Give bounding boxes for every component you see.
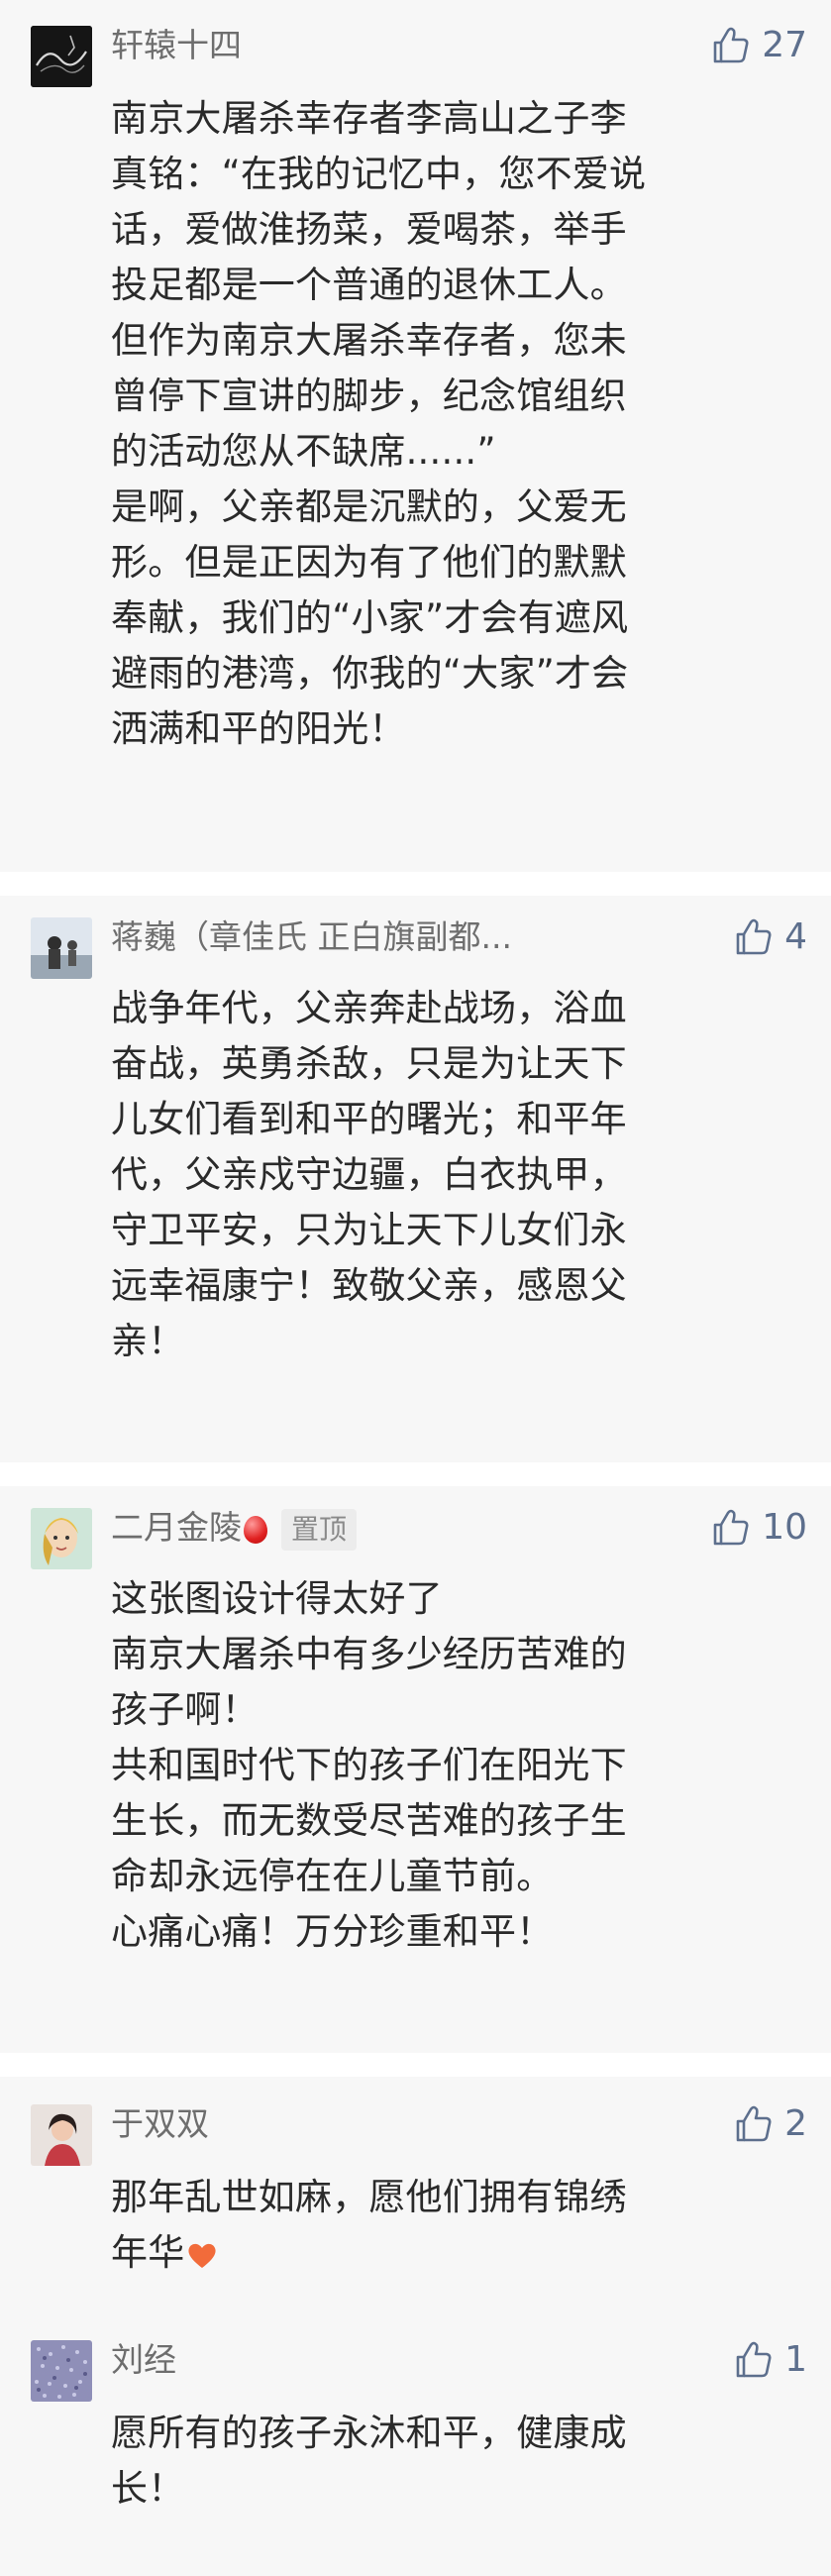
comment-line: 孩子啊！ [111,1688,259,1731]
comment-body: 南京大屠杀幸存者李高山之子李 真铭：“在我的记忆中，您不爱说 话，爱做淮扬菜，爱… [111,91,811,757]
comment-line: 年华 [111,2225,811,2281]
comment-line: 共和国时代下的孩子们在阳光下 [111,1744,627,1786]
comment-line: 愿所有的孩子永沐和平，健康成 [111,2412,627,2454]
username-text[interactable]: 刘经 [111,2340,176,2379]
avatar-image [31,1508,92,1569]
avatar-image [31,2104,92,2166]
avatar[interactable] [31,26,92,87]
username-text[interactable]: 二月金陵 [111,1508,242,1547]
comment-line-text: 年华 [111,2231,185,2274]
comment-line: 战争年代，父亲奔赴战场，浴血 [111,987,627,1029]
comment-line: 奋战，英勇杀敌，只是为让天下 [111,1042,627,1085]
balloon-icon [244,1515,267,1544]
like-count: 10 [762,1507,807,1548]
comment-line: 命却永远停在在儿童节前。 [111,1855,554,1897]
like-count: 27 [762,25,807,65]
comment-line: 曾停下宣讲的脚步，纪念馆组织 [111,375,627,417]
like-button[interactable]: 1 [733,2338,807,2382]
comment-line: 话，爱做淮扬菜，爱喝茶，举手 [111,208,627,251]
comment-line: 南京大屠杀幸存者李高山之子李 [111,97,627,140]
comment-card: 于双双 2 那年乱世如麻，愿他们拥有锦绣 年华 [0,2077,831,2312]
comment-card: 刘经 1 愿所有的孩子永沐和平，健康成 长！ [0,2312,831,2576]
username-text[interactable]: 蒋巍（章佳氏 正白旗副都... [111,917,512,956]
comment-line: 洒满和平的阳光！ [111,707,406,750]
heart-icon [188,2243,216,2268]
like-count: 1 [784,2339,807,2380]
comment-body: 那年乱世如麻，愿他们拥有锦绣 年华 [111,2170,811,2281]
comment-line: 但作为南京大屠杀幸存者，您未 [111,319,627,362]
comment-line: 形。但是正因为有了他们的默默 [111,541,627,584]
like-count: 4 [784,916,807,957]
username[interactable]: 二月金陵 置顶 [111,1506,358,1551]
comment-body: 战争年代，父亲奔赴战场，浴血 奋战，英勇杀敌，只是为让天下 儿女们看到和平的曙光… [111,981,811,1369]
thumbs-up-icon [736,2341,772,2378]
like-button[interactable]: 10 [710,1506,807,1550]
like-button[interactable]: 4 [733,915,807,959]
comment-line: 奉献，我们的“小家”才会有遮风 [111,596,629,639]
avatar-image [31,917,92,979]
like-button[interactable]: 2 [733,2102,807,2146]
comment-body: 这张图设计得太好了 南京大屠杀中有多少经历苦难的 孩子啊！ 共和国时代下的孩子们… [111,1571,811,1960]
avatar-image [31,26,92,87]
comment-line: 避雨的港湾，你我的“大家”才会 [111,652,629,695]
comment-card: 蒋巍（章佳氏 正白旗副都... 4 战争年代，父亲奔赴战场，浴血 奋战，英勇杀敌… [0,896,831,1462]
username[interactable]: 蒋巍（章佳氏 正白旗副都... [111,915,512,959]
comment-body: 愿所有的孩子永沐和平，健康成 长！ [111,2406,811,2517]
thumbs-up-icon [736,918,772,955]
comment-card: 二月金陵 置顶 10 这张图设计得太好了 南京大屠杀中有多少经历苦难的 孩子啊！ … [0,1486,831,2053]
avatar[interactable] [31,1508,92,1569]
avatar[interactable] [31,917,92,979]
pinned-badge: 置顶 [281,1508,358,1551]
comment-line: 长！ [111,2467,185,2510]
comment-line: 真铭：“在我的记忆中，您不爱说 [111,153,647,195]
thumbs-up-icon [713,1509,749,1546]
thumbs-up-icon [713,27,749,63]
username[interactable]: 轩辕十四 [111,24,242,67]
avatar-image [31,2340,92,2402]
comment-line: 生长，而无数受尽苦难的孩子生 [111,1799,627,1842]
avatar[interactable] [31,2104,92,2166]
comment-line: 守卫平安，只为让天下儿女们永 [111,1209,627,1251]
comment-line: 远幸福康宁！致敬父亲，感恩父 [111,1264,627,1307]
comment-line: 心痛心痛！万分珍重和平！ [111,1910,554,1953]
comment-line: 南京大屠杀中有多少经历苦难的 [111,1633,627,1675]
comment-line: 那年乱世如麻，愿他们拥有锦绣 [111,2176,627,2218]
thumbs-up-icon [736,2105,772,2142]
comment-line: 亲！ [111,1320,185,1362]
comment-line: 的活动您从不缺席......” [111,430,496,473]
comment-line: 代，父亲戍守边疆，白衣执甲， [111,1153,627,1196]
username[interactable]: 于双双 [111,2102,209,2146]
avatar[interactable] [31,2340,92,2402]
username[interactable]: 刘经 [111,2338,176,2382]
comment-line: 儿女们看到和平的曙光；和平年 [111,1098,627,1140]
comment-line: 是啊，父亲都是沉默的，父爱无 [111,485,627,528]
username-text[interactable]: 于双双 [111,2104,209,2143]
comment-card: 轩辕十四 27 南京大屠杀幸存者李高山之子李 真铭：“在我的记忆中，您不爱说 话… [0,0,831,872]
comment-line: 投足都是一个普通的退休工人。 [111,264,627,306]
like-count: 2 [784,2103,807,2144]
comment-line: 这张图设计得太好了 [111,1577,443,1620]
username-text[interactable]: 轩辕十四 [111,26,242,64]
like-button[interactable]: 27 [710,24,807,67]
